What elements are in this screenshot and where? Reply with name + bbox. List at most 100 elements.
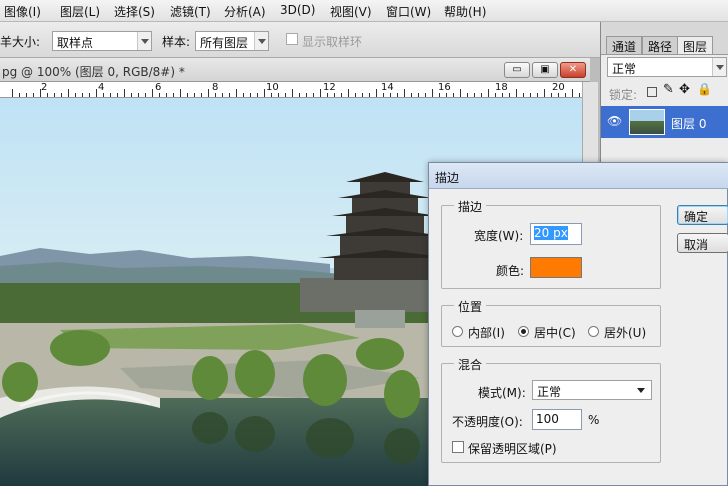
show-ring-label: 显示取样环 (302, 35, 363, 49)
restore-button[interactable]: ▣ (532, 62, 558, 78)
ruler-tick (159, 93, 160, 97)
ruler-tick (460, 89, 461, 97)
blend-mode-select[interactable]: 正常 (607, 57, 727, 77)
preserve-transparency-checkbox[interactable] (452, 441, 464, 453)
ok-button[interactable]: 确定 (677, 205, 728, 225)
stroke-dialog: 描边 描边 宽度(W): 20 px 颜色: 位置 内部(I) 居中(C) 居外… (428, 162, 728, 486)
menu-view[interactable]: 视图(V) (330, 3, 372, 20)
ruler-tick (516, 89, 517, 97)
minimize-button[interactable]: ▭ (504, 62, 530, 78)
ruler-tick (404, 89, 405, 97)
close-button[interactable]: ✕ (560, 62, 586, 78)
ruler-tick (229, 93, 230, 97)
ruler-tick (68, 89, 69, 97)
menu-window[interactable]: 窗口(W) (386, 3, 431, 20)
ruler-label: 10 (266, 82, 279, 93)
document-title: pg @ 100% (图层 0, RGB/8#) * (2, 65, 185, 79)
sample-size-value: 取样点 (57, 36, 94, 50)
ruler-tick (474, 93, 475, 97)
ruler-tick (558, 93, 559, 97)
ruler-tick (243, 93, 244, 97)
ruler-label: 6 (155, 82, 162, 93)
outside-radio[interactable] (588, 326, 599, 337)
chevron-down-icon (712, 58, 726, 76)
ruler-tick (215, 93, 216, 97)
ruler-tick (110, 93, 111, 97)
ruler-tick (152, 89, 153, 97)
ruler-tick (47, 93, 48, 97)
sample-size-select[interactable]: 取样点 (52, 31, 152, 51)
ruler-tick (89, 93, 90, 97)
move-icon[interactable]: ✥ (679, 82, 690, 97)
tab-paths[interactable]: 路径 (642, 36, 679, 54)
menu-image[interactable]: 图像(I) (4, 3, 41, 20)
menu-help[interactable]: 帮助(H) (444, 3, 486, 20)
lock-transparent-icon[interactable] (647, 87, 657, 97)
ruler-tick (306, 93, 307, 97)
dialog-title-bar[interactable]: 描边 (429, 163, 728, 189)
menu-analysis[interactable]: 分析(A) (224, 3, 266, 20)
ruler-tick (250, 93, 251, 97)
ruler-tick (271, 93, 272, 97)
width-label: 宽度(W): (474, 229, 524, 243)
sample-value: 所有图层 (200, 36, 249, 50)
ruler-tick (341, 93, 342, 97)
lock-label: 锁定: (609, 88, 638, 102)
ruler-tick (432, 89, 433, 97)
ruler-tick (75, 93, 76, 97)
ruler-tick (26, 93, 27, 97)
menu-layer[interactable]: 图层(L) (60, 3, 100, 20)
chevron-down-icon (254, 32, 268, 50)
stroke-group: 描边 宽度(W): 20 px 颜色: (441, 198, 661, 289)
ruler-tick (355, 93, 356, 97)
ruler-tick (418, 93, 419, 97)
lock-icon[interactable]: 🔒 (697, 82, 712, 96)
center-radio[interactable] (518, 326, 529, 337)
menu-select[interactable]: 选择(S) (114, 3, 155, 20)
eye-icon[interactable]: 👁 (607, 114, 622, 128)
ruler-tick (236, 89, 237, 97)
blend-group-label: 混合 (454, 356, 487, 373)
tab-channels[interactable]: 通道 (606, 36, 643, 54)
outside-label: 居外(U) (604, 326, 647, 340)
preserve-transparency-label: 保留透明区域(P) (468, 442, 557, 456)
brush-icon[interactable]: ✎ (663, 82, 674, 97)
ruler-tick (509, 93, 510, 97)
cancel-button[interactable]: 取消 (677, 233, 728, 253)
ruler-label: 8 (212, 82, 219, 93)
menu-3d[interactable]: 3D(D) (280, 3, 315, 17)
width-input[interactable]: 20 px (530, 223, 582, 245)
inside-radio[interactable] (452, 326, 463, 337)
ruler-tick (61, 93, 62, 97)
menu-filter[interactable]: 滤镜(T) (170, 3, 211, 20)
ruler-tick (201, 93, 202, 97)
show-ring-checkbox[interactable] (286, 33, 298, 45)
ruler-tick (481, 93, 482, 97)
menu-bar: 图像(I) 图层(L) 选择(S) 滤镜(T) 分析(A) 3D(D) 视图(V… (0, 0, 728, 22)
close-icon: ✕ (568, 64, 578, 75)
ruler-tick (411, 93, 412, 97)
tab-layers[interactable]: 图层 (677, 36, 714, 54)
ruler-tick (208, 89, 209, 97)
mode-select[interactable]: 正常 (532, 380, 652, 400)
options-bar: 羊大小: 取样点 样本: 所有图层 显示取样环 (0, 22, 600, 58)
ruler-tick (383, 93, 384, 97)
layer-row[interactable]: 👁 图层 0 (601, 106, 728, 138)
ruler-label: 14 (381, 82, 394, 93)
ruler-tick (173, 93, 174, 97)
ruler-tick (537, 93, 538, 97)
opacity-unit: % (588, 413, 600, 427)
ruler-tick (194, 93, 195, 97)
ruler-tick (313, 93, 314, 97)
ruler-tick (285, 93, 286, 97)
ruler-tick (12, 89, 13, 97)
mode-label: 模式(M): (478, 386, 526, 400)
ruler-label: 12 (323, 82, 336, 93)
stroke-color-swatch[interactable] (530, 257, 582, 278)
ruler-tick (488, 89, 489, 97)
width-value: 20 px (534, 226, 568, 240)
blend-group: 混合 模式(M): 正常 不透明度(O): 100 % 保留透明区域(P) (441, 356, 661, 463)
ruler-tick (446, 93, 447, 97)
opacity-input[interactable]: 100 (532, 409, 582, 430)
sample-select[interactable]: 所有图层 (195, 31, 269, 51)
